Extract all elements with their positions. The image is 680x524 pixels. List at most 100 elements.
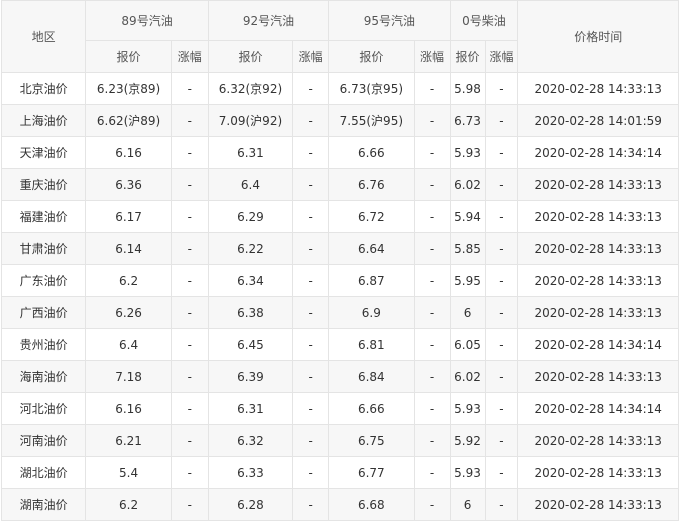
- region-cell: 河北油价: [0, 392, 87, 425]
- table-row: 广西油价 6.26-6.38-6.9-6-2020-02-28 14:33:13: [0, 296, 679, 329]
- header-fuel-92: 92号汽油: [207, 0, 330, 41]
- price-95-cell: 6.72: [328, 200, 415, 233]
- price-time-cell: 2020-02-28 14:33:13: [517, 360, 679, 393]
- price-92-cell: 7.09(沪92): [207, 104, 294, 137]
- price-89-cell: 5.4: [85, 456, 172, 489]
- change-95-cell: -: [413, 200, 451, 233]
- price-diesel-cell: 5.92: [449, 424, 486, 457]
- price-92-cell: 6.34: [207, 264, 294, 297]
- change-92-cell: -: [292, 104, 330, 137]
- oil-price-table: 地区 89号汽油 92号汽油 95号汽油 0号柴油 价格时间 报价 涨幅 报价 …: [0, 0, 679, 521]
- table-row: 河南油价 6.21-6.32-6.75-5.92-2020-02-28 14:33…: [0, 424, 679, 457]
- price-95-cell: 6.87: [328, 264, 415, 297]
- change-95-cell: -: [413, 136, 451, 169]
- header-price-92: 报价: [207, 40, 294, 73]
- price-89-cell: 6.21: [85, 424, 172, 457]
- change-92-cell: -: [292, 456, 330, 489]
- price-92-cell: 6.31: [207, 136, 294, 169]
- region-cell: 湖北油价: [0, 456, 87, 489]
- price-time-cell: 2020-02-28 14:33:13: [517, 72, 679, 105]
- change-95-cell: -: [413, 488, 451, 521]
- change-diesel-cell: -: [484, 104, 519, 137]
- change-diesel-cell: -: [484, 264, 519, 297]
- price-95-cell: 6.64: [328, 232, 415, 265]
- table-row: 北京油价 6.23(京89) -6.32(京92) -6.73(京95) -5.98-2…: [0, 72, 679, 105]
- change-95-cell: -: [413, 424, 451, 457]
- price-89-cell: 6.23(京89): [85, 72, 172, 105]
- price-95-cell: 6.73(京95): [328, 72, 415, 105]
- change-89-cell: -: [170, 104, 209, 137]
- header-fuel-diesel-0: 0号柴油: [449, 0, 519, 41]
- region-cell: 广东油价: [0, 264, 87, 297]
- table-row: 福建油价 6.17-6.29-6.72-5.94-2020-02-28 14:33…: [0, 200, 679, 233]
- price-time-cell: 2020-02-28 14:33:13: [517, 296, 679, 329]
- change-92-cell: -: [292, 488, 330, 521]
- header-price-time: 价格时间: [517, 0, 679, 73]
- price-92-cell: 6.32(京92): [207, 72, 294, 105]
- change-diesel-cell: -: [484, 72, 519, 105]
- price-92-cell: 6.31: [207, 392, 294, 425]
- price-95-cell: 6.66: [328, 136, 415, 169]
- change-95-cell: -: [413, 360, 451, 393]
- table-body: 北京油价 6.23(京89) -6.32(京92) -6.73(京95) -5.98-2…: [0, 72, 679, 521]
- price-92-cell: 6.33: [207, 456, 294, 489]
- change-92-cell: -: [292, 360, 330, 393]
- change-95-cell: -: [413, 104, 451, 137]
- price-89-cell: 6.14: [85, 232, 172, 265]
- price-95-cell: 6.66: [328, 392, 415, 425]
- change-89-cell: -: [170, 296, 209, 329]
- price-89-cell: 6.16: [85, 392, 172, 425]
- table-row: 河北油价 6.16-6.31-6.66-5.93-2020-02-28 14:34…: [0, 392, 679, 425]
- header-price-95: 报价: [328, 40, 415, 73]
- table-row: 上海油价 6.62(沪89) -7.09(沪92) -7.55(沪95) -6.73-2…: [0, 104, 679, 137]
- price-92-cell: 6.32: [207, 424, 294, 457]
- change-92-cell: -: [292, 264, 330, 297]
- change-diesel-cell: -: [484, 168, 519, 201]
- header-price-diesel: 报价: [449, 40, 486, 73]
- change-95-cell: -: [413, 328, 451, 361]
- price-95-cell: 6.81: [328, 328, 415, 361]
- price-diesel-cell: 5.85: [449, 232, 486, 265]
- region-cell: 甘肃油价: [0, 232, 87, 265]
- change-89-cell: -: [170, 456, 209, 489]
- price-diesel-cell: 6.02: [449, 360, 486, 393]
- price-92-cell: 6.22: [207, 232, 294, 265]
- change-92-cell: -: [292, 296, 330, 329]
- price-diesel-cell: 5.98: [449, 72, 486, 105]
- change-89-cell: -: [170, 200, 209, 233]
- price-time-cell: 2020-02-28 14:33:13: [517, 232, 679, 265]
- price-diesel-cell: 5.95: [449, 264, 486, 297]
- change-diesel-cell: -: [484, 296, 519, 329]
- header-change-diesel: 涨幅: [484, 40, 519, 73]
- price-diesel-cell: 6: [449, 488, 486, 521]
- price-92-cell: 6.38: [207, 296, 294, 329]
- region-cell: 北京油价: [0, 72, 87, 105]
- price-89-cell: 6.2: [85, 488, 172, 521]
- price-95-cell: 6.76: [328, 168, 415, 201]
- region-cell: 河南油价: [0, 424, 87, 457]
- price-95-cell: 6.68: [328, 488, 415, 521]
- change-89-cell: -: [170, 168, 209, 201]
- price-95-cell: 6.75: [328, 424, 415, 457]
- change-diesel-cell: -: [484, 456, 519, 489]
- price-diesel-cell: 5.93: [449, 136, 486, 169]
- table-row: 海南油价 7.18-6.39-6.84-6.02-2020-02-28 14:33…: [0, 360, 679, 393]
- change-95-cell: -: [413, 456, 451, 489]
- price-time-cell: 2020-02-28 14:33:13: [517, 168, 679, 201]
- price-89-cell: 6.36: [85, 168, 172, 201]
- region-cell: 海南油价: [0, 360, 87, 393]
- price-time-cell: 2020-02-28 14:34:14: [517, 392, 679, 425]
- change-92-cell: -: [292, 424, 330, 457]
- header-fuel-95: 95号汽油: [328, 0, 451, 41]
- price-time-cell: 2020-02-28 14:33:13: [517, 200, 679, 233]
- price-diesel-cell: 6: [449, 296, 486, 329]
- price-diesel-cell: 5.93: [449, 392, 486, 425]
- price-time-cell: 2020-02-28 14:34:14: [517, 328, 679, 361]
- change-92-cell: -: [292, 136, 330, 169]
- header-region: 地区: [0, 0, 87, 73]
- change-92-cell: -: [292, 328, 330, 361]
- change-92-cell: -: [292, 200, 330, 233]
- header-fuel-89: 89号汽油: [85, 0, 209, 41]
- price-diesel-cell: 6.02: [449, 168, 486, 201]
- change-95-cell: -: [413, 72, 451, 105]
